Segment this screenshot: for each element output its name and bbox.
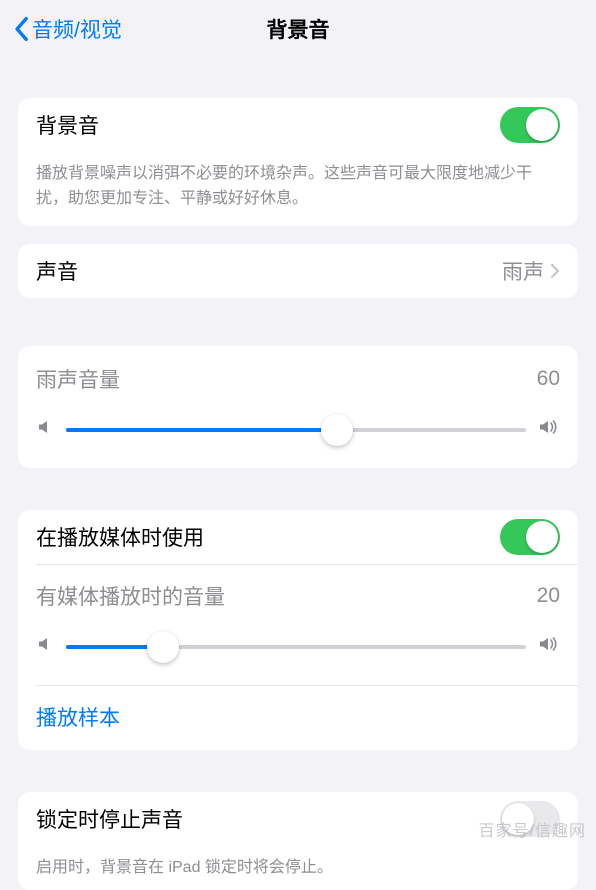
background-sound-row: 背景音: [18, 98, 578, 152]
sound-label: 声音: [36, 256, 78, 286]
speaker-high-icon: [538, 418, 560, 441]
back-button[interactable]: 音频/视觉: [12, 14, 122, 44]
media-volume-slider[interactable]: [66, 629, 526, 665]
sound-row[interactable]: 声音 雨声: [18, 244, 578, 298]
use-with-media-row: 在播放媒体时使用: [18, 510, 578, 564]
speaker-low-icon: [36, 635, 54, 658]
back-label: 音频/视觉: [32, 14, 122, 44]
slider-thumb[interactable]: [321, 414, 353, 446]
use-with-media-toggle[interactable]: [500, 519, 560, 555]
background-sound-group: 背景音 播放背景噪声以消弭不必要的环境杂声。这些声音可最大限度地减少干扰，助您更…: [18, 98, 578, 226]
media-group: 在播放媒体时使用 有媒体播放时的音量 20: [18, 510, 578, 750]
sound-group: 声音 雨声: [18, 244, 578, 298]
rain-volume-slider[interactable]: [66, 412, 526, 448]
stop-on-lock-description: 启用时，背景音在 iPad 锁定时将会停止。: [18, 846, 578, 890]
play-sample-row[interactable]: 播放样本: [18, 686, 578, 750]
page-title: 背景音: [267, 14, 330, 44]
chevron-left-icon: [12, 16, 30, 42]
rain-volume-group: 雨声音量 60: [18, 346, 578, 468]
sound-value: 雨声: [502, 256, 544, 286]
stop-on-lock-label: 锁定时停止声音: [36, 804, 183, 834]
chevron-right-icon: [550, 263, 560, 279]
background-sound-label: 背景音: [36, 110, 99, 140]
toggle-knob: [526, 109, 558, 141]
speaker-high-icon: [538, 635, 560, 658]
media-volume-label: 有媒体播放时的音量: [36, 581, 225, 611]
toggle-knob: [526, 521, 558, 553]
slider-thumb[interactable]: [147, 631, 179, 663]
media-volume-value: 20: [537, 584, 560, 608]
slider-fill: [66, 428, 337, 432]
nav-header: 音频/视觉 背景音: [0, 0, 596, 54]
use-with-media-label: 在播放媒体时使用: [36, 522, 204, 552]
play-sample-link[interactable]: 播放样本: [36, 707, 120, 730]
rain-volume-label: 雨声音量: [36, 364, 120, 394]
speaker-low-icon: [36, 418, 54, 441]
watermark: 百家号/信趣网: [479, 817, 586, 841]
background-sound-toggle[interactable]: [500, 107, 560, 143]
rain-volume-value: 60: [537, 367, 560, 391]
background-sound-description: 播放背景噪声以消弭不必要的环境杂声。这些声音可最大限度地减少干扰，助您更加专注、…: [18, 152, 578, 226]
